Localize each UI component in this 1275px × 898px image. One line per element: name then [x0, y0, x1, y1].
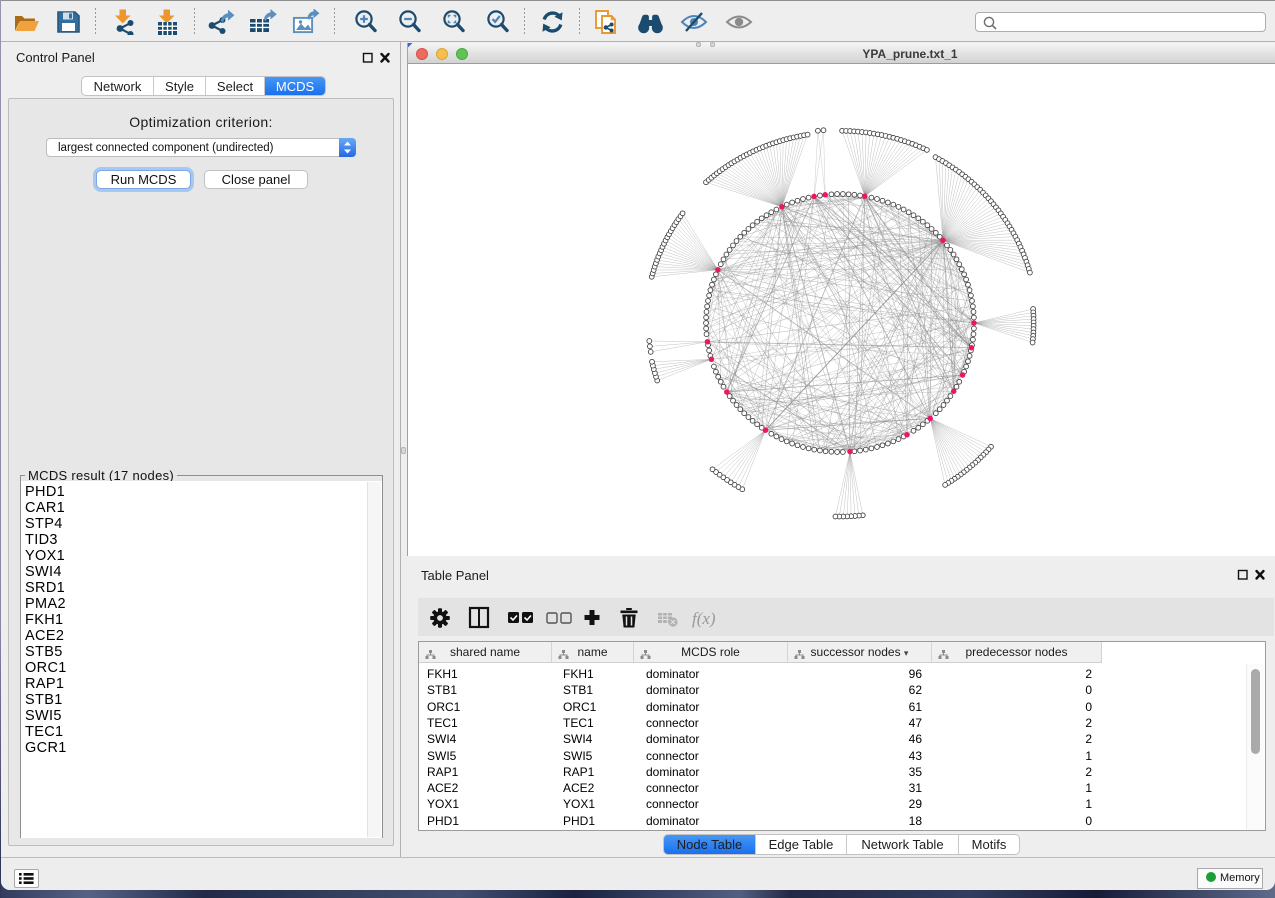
svg-text:f(x): f(x): [692, 609, 716, 628]
